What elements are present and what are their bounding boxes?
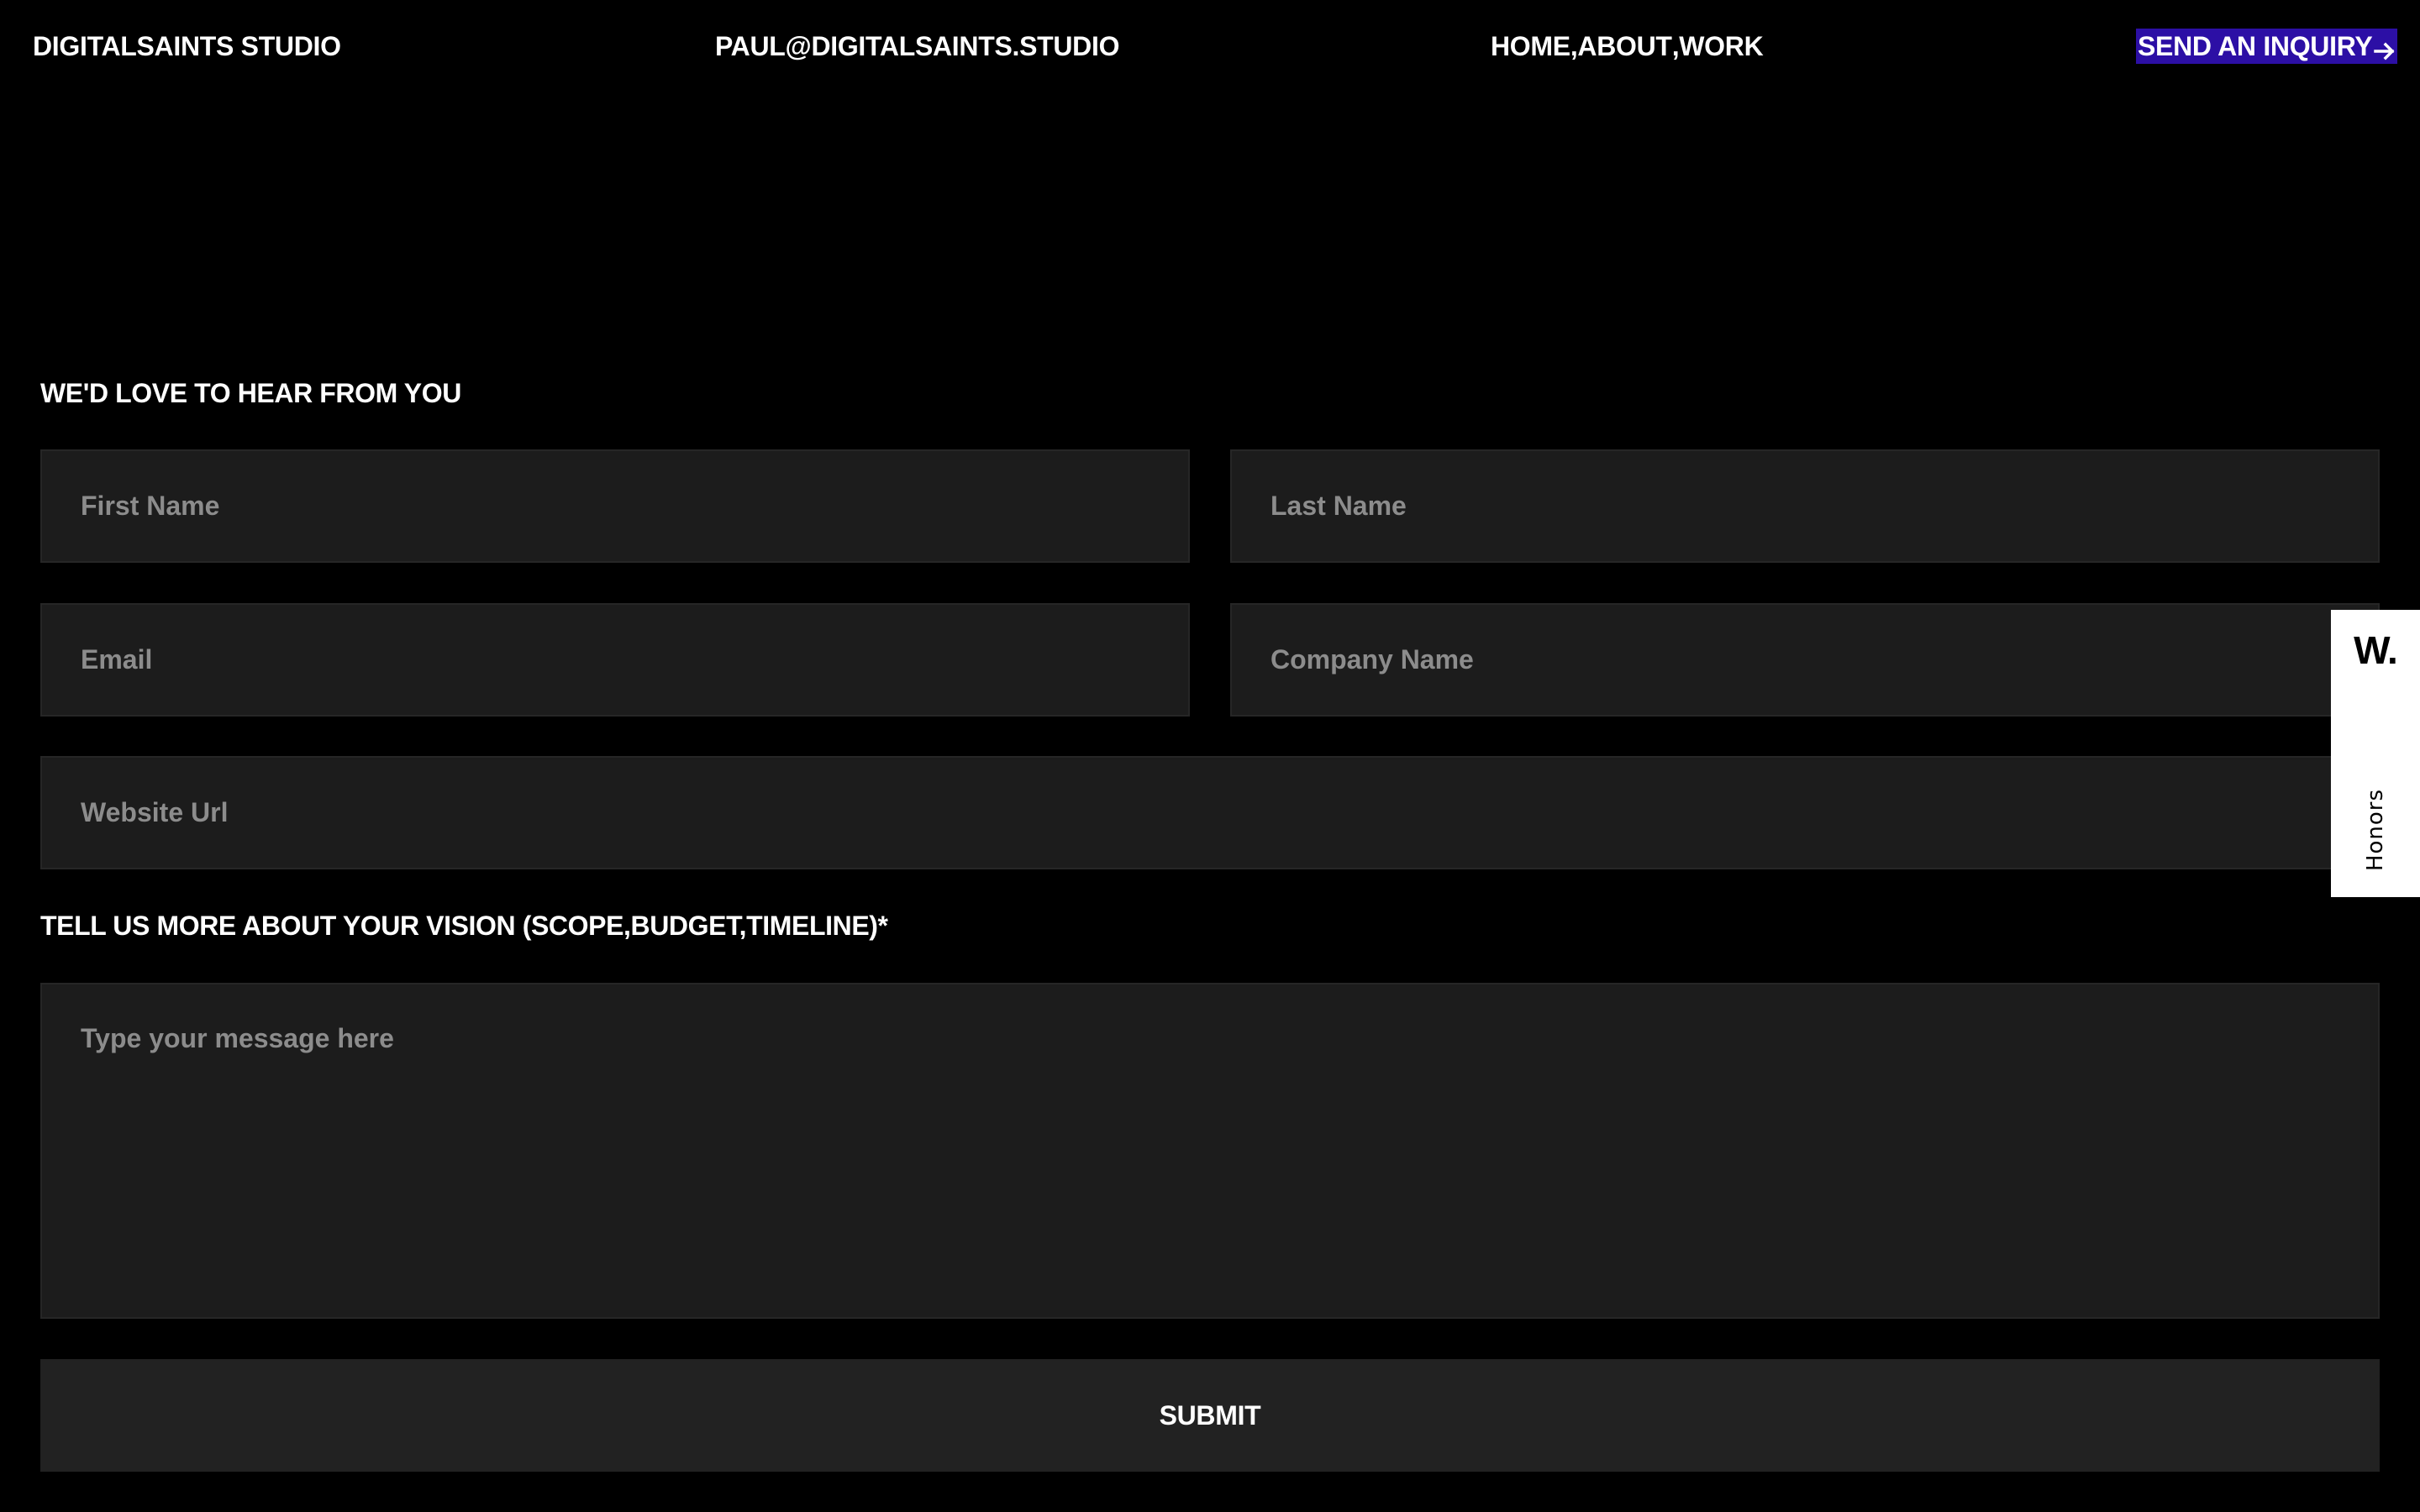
awwwards-logo: W. — [2354, 628, 2398, 672]
arrow-right-icon — [2374, 35, 2396, 60]
first-name-field[interactable] — [40, 449, 1190, 563]
nav-item-about[interactable]: ABOUT — [1577, 29, 1672, 64]
nav-item-work[interactable]: WORK — [1679, 29, 1763, 64]
company-name-field[interactable] — [1230, 603, 2380, 717]
main-nav: HOME , ABOUT , WORK — [1491, 29, 1764, 64]
contact-email-link[interactable]: PAUL@DIGITALSAINTS.STUDIO — [715, 29, 1119, 64]
website-url-field[interactable] — [40, 756, 2380, 869]
nav-separator: , — [1570, 31, 1578, 61]
nav-separator: , — [1671, 31, 1680, 61]
form-heading: WE'D LOVE TO HEAR FROM YOU — [40, 378, 461, 408]
send-inquiry-label: SEND AN INQUIRY — [2138, 31, 2373, 61]
honors-badge[interactable]: W. Honors — [2331, 610, 2420, 897]
message-field[interactable] — [40, 983, 2380, 1319]
nav-item-home[interactable]: HOME — [1491, 29, 1570, 64]
vision-heading: TELL US MORE ABOUT YOUR VISION (SCOPE,BU… — [40, 911, 888, 941]
submit-button[interactable]: SUBMIT — [40, 1359, 2380, 1472]
honors-label: Honors — [2363, 788, 2388, 872]
brand-name[interactable]: DIGITALSAINTS STUDIO — [33, 29, 341, 64]
email-field[interactable] — [40, 603, 1190, 717]
send-inquiry-button[interactable]: SEND AN INQUIRY — [2136, 29, 2398, 64]
last-name-field[interactable] — [1230, 449, 2380, 563]
site-header: DIGITALSAINTS STUDIO PAUL@DIGITALSAINTS.… — [0, 0, 2420, 92]
